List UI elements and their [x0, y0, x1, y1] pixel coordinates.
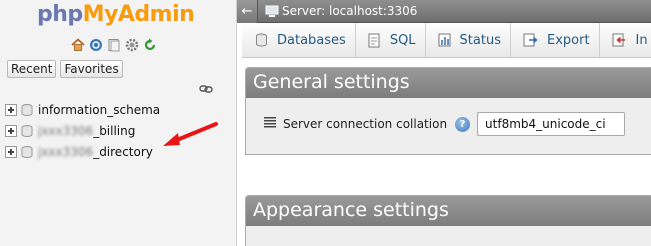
logo-php: php [37, 2, 83, 27]
import-icon [612, 33, 627, 47]
collation-icon [264, 117, 276, 131]
link-with-main-panel-icon[interactable] [199, 83, 213, 97]
logo-admin: Admin [117, 2, 195, 27]
red-arrow-annotation [163, 122, 218, 146]
tab-export-label: Export [546, 32, 590, 48]
database-name-suffix: _directory [93, 144, 153, 159]
nav-tabs: Recent Favorites [7, 60, 123, 78]
logo-my: My [82, 2, 119, 27]
recent-button[interactable]: Recent [7, 60, 57, 78]
home-icon[interactable] [70, 37, 85, 52]
phpmyadmin-logo[interactable]: phpMyAdmin [37, 2, 195, 27]
logout-icon[interactable] [88, 37, 103, 52]
back-arrow-icon[interactable]: ← [237, 0, 258, 23]
tab-status[interactable]: Status [426, 23, 511, 57]
main-menu: Databases SQL Status Export In [242, 23, 651, 58]
collation-label: Server connection collation [283, 117, 448, 131]
tab-databases-label: Databases [277, 32, 346, 48]
reload-icon[interactable] [142, 37, 157, 52]
tab-status-label: Status [459, 32, 501, 48]
tab-sql[interactable]: SQL [356, 23, 426, 57]
database-name[interactable]: jxxx3306_directory [38, 145, 153, 159]
server-breadcrumb-label[interactable]: Server: localhost:3306 [282, 4, 417, 18]
status-icon [438, 33, 451, 47]
tab-import[interactable]: In [600, 23, 648, 57]
database-icon [255, 33, 268, 47]
database-item[interactable]: information_schema [5, 99, 160, 120]
breadcrumb[interactable]: Server: localhost:3306 [258, 4, 417, 18]
tab-import-label: In [635, 32, 648, 48]
settings-gear-icon[interactable] [124, 37, 139, 52]
database-name[interactable]: information_schema [38, 103, 160, 117]
sql-icon [368, 33, 381, 48]
general-settings-title: General settings [246, 68, 651, 98]
database-icon [21, 124, 33, 137]
expand-icon[interactable] [5, 103, 17, 116]
favorites-button[interactable]: Favorites [60, 60, 123, 78]
redacted-prefix: jxxx3306 [38, 144, 94, 159]
general-settings-panel: General settings Server connection colla… [245, 67, 651, 155]
expand-icon[interactable] [5, 145, 17, 158]
navigation-panel: phpMyAdmin Recent Favorites information_… [0, 0, 237, 246]
database-name[interactable]: jxxx3306_billing [38, 124, 135, 138]
collation-row: Server connection collation ? utf8mb4_un… [264, 112, 626, 136]
collation-select[interactable]: utf8mb4_unicode_ci [477, 112, 626, 136]
quick-icons [70, 37, 157, 52]
database-icon [21, 103, 33, 116]
database-item[interactable]: jxxx3306_billing [5, 120, 160, 141]
tab-databases[interactable]: Databases [242, 23, 356, 57]
appearance-settings-title: Appearance settings [246, 196, 651, 226]
database-tree: information_schema jxxx3306_billing jxxx… [5, 99, 160, 162]
docs-icon[interactable] [106, 37, 121, 52]
help-icon[interactable]: ? [455, 116, 471, 132]
top-bar: ← Server: localhost:3306 [237, 0, 651, 23]
database-icon [21, 145, 33, 158]
expand-icon[interactable] [5, 124, 17, 137]
tab-sql-label: SQL [389, 32, 416, 48]
appearance-settings-panel: Appearance settings [245, 195, 651, 246]
redacted-prefix: jxxx3306 [38, 123, 94, 138]
database-item[interactable]: jxxx3306_directory [5, 141, 160, 162]
export-icon [523, 33, 538, 47]
tab-export[interactable]: Export [511, 23, 600, 57]
server-icon [265, 5, 279, 17]
database-name-suffix: _billing [93, 123, 136, 138]
main-content: General settings Server connection colla… [242, 58, 651, 246]
